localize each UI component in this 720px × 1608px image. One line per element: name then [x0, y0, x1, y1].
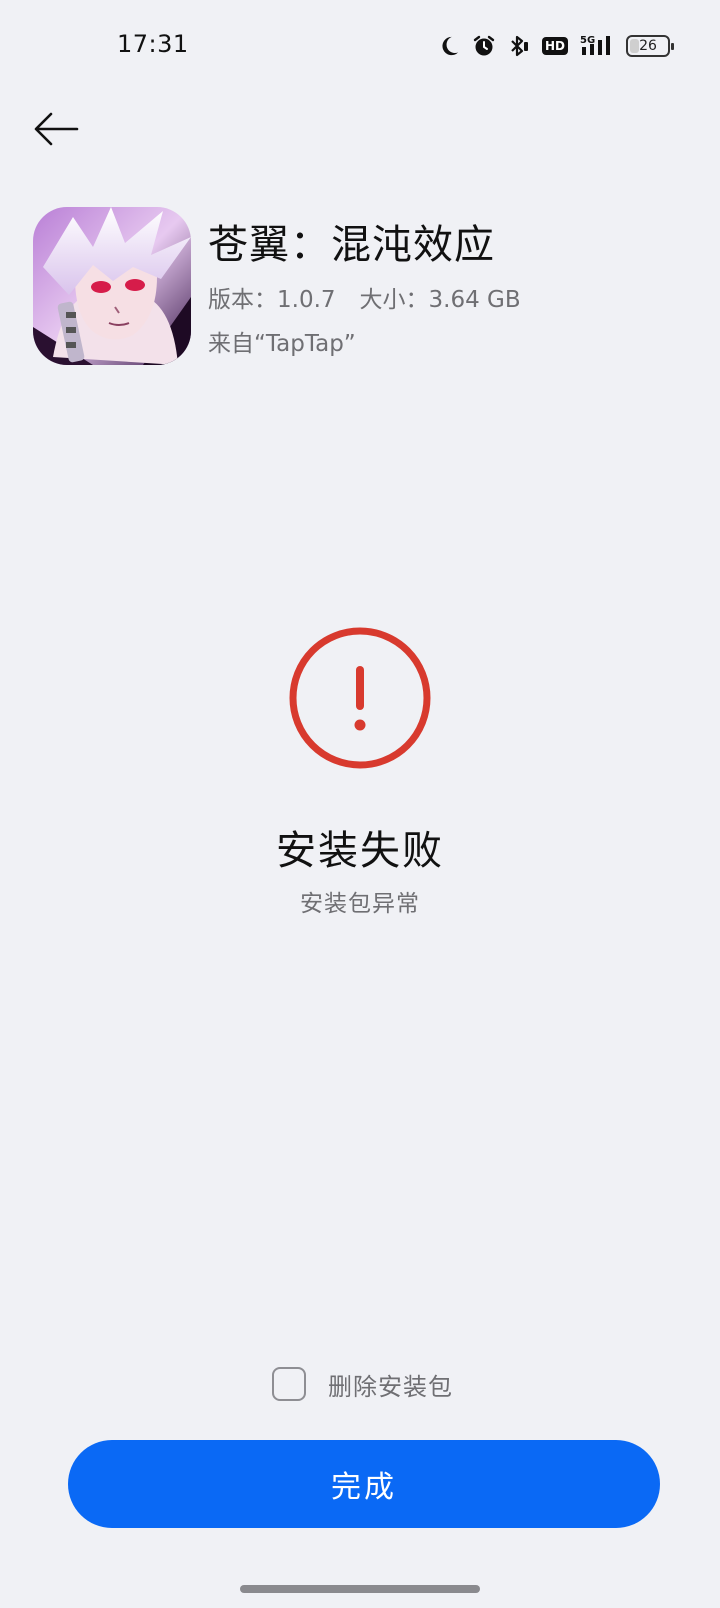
delete-package-option[interactable]: 删除安装包	[272, 1364, 453, 1404]
status-time: 17:31	[117, 30, 189, 58]
arrow-left-icon	[34, 112, 79, 146]
result-title: 安装失败	[276, 828, 444, 874]
home-indicator[interactable]	[240, 1585, 480, 1593]
hd-icon: HD	[541, 32, 568, 60]
bluetooth-icon	[508, 32, 530, 60]
result-subtitle: 安装包异常	[300, 891, 420, 917]
delete-package-label: 删除安装包	[328, 1372, 453, 1401]
battery-fill	[630, 39, 640, 53]
battery-level: 26	[639, 38, 657, 54]
moon-icon	[438, 32, 460, 60]
app-source: 来自“TapTap”	[208, 331, 356, 357]
app-version: 版本：1.0.7	[208, 287, 336, 313]
battery-icon: 26	[626, 32, 674, 60]
status-bar: 17:31 HD 5G 26	[0, 0, 720, 92]
signal-5g-icon: 5G	[580, 32, 614, 60]
app-title: 苍翼：混沌效应	[208, 222, 495, 268]
error-exclamation-icon	[286, 624, 434, 772]
app-meta: 版本：1.0.7 大小：3.64 GB	[208, 280, 521, 314]
app-size: 大小：3.64 GB	[359, 287, 521, 313]
delete-package-checkbox[interactable]	[272, 1367, 306, 1401]
back-button[interactable]	[30, 106, 82, 152]
app-icon	[33, 207, 191, 365]
done-button[interactable]: 完成	[68, 1440, 660, 1528]
status-icons: HD 5G 26	[438, 32, 674, 60]
install-result-screen: 17:31 HD 5G 26 苍翼：混沌效应 版本：1.0.7 大小：3.64 …	[0, 0, 720, 1608]
alarm-icon	[472, 32, 496, 60]
